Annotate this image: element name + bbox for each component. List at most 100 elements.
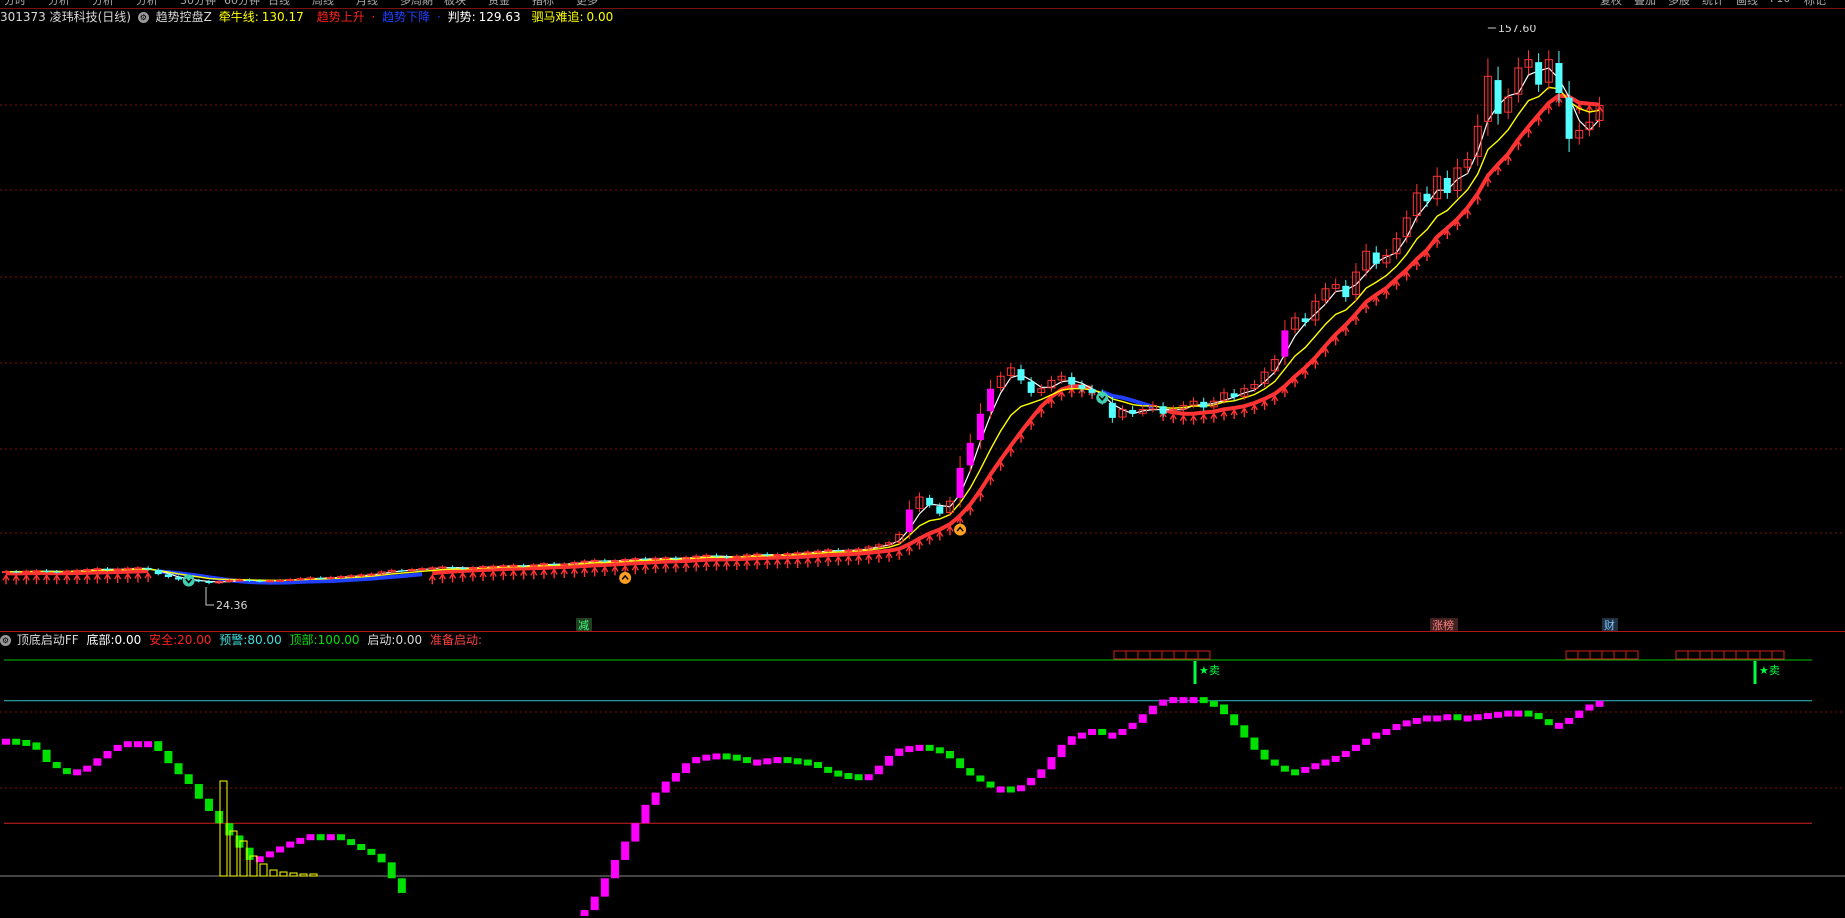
toolbar-item[interactable]: 叠加 bbox=[1634, 0, 1656, 8]
oscillator-bar bbox=[834, 770, 843, 777]
sub-indicator-name[interactable]: 顶底启动FF bbox=[17, 633, 79, 647]
toolbar-item[interactable]: 分析 bbox=[92, 0, 114, 8]
toolbar-item[interactable]: 分析 bbox=[136, 0, 158, 8]
trend-arrow-icon bbox=[580, 566, 589, 578]
oscillator-bar bbox=[651, 792, 660, 805]
candle-body bbox=[1108, 402, 1116, 418]
top-warning-box bbox=[1185, 650, 1199, 660]
candle-body bbox=[1494, 80, 1502, 114]
toolbar-item[interactable]: 分时 bbox=[4, 0, 26, 8]
oscillator-bar bbox=[144, 741, 153, 748]
toolbar-item[interactable]: F10 bbox=[1770, 0, 1790, 5]
toolbar-item[interactable]: 月线 bbox=[356, 0, 378, 8]
trend-arrow-icon bbox=[611, 565, 619, 576]
judge-value: 129.63 bbox=[478, 10, 521, 24]
candle-body bbox=[966, 442, 974, 466]
toolbar-item[interactable]: 日线 bbox=[268, 0, 290, 8]
indicator-name[interactable]: 趋势控盘Z bbox=[156, 10, 212, 24]
toolbar-item[interactable]: 30分钟 bbox=[180, 0, 216, 8]
main-candlestick-chart[interactable]: 157.60 24.36 减 涨榜 财 bbox=[0, 25, 1845, 631]
oscillator-bar bbox=[1179, 697, 1188, 704]
safe-label: 安全: bbox=[149, 633, 178, 647]
trend-arrow-icon bbox=[134, 572, 142, 583]
bottom-label: 底部: bbox=[86, 633, 115, 647]
candle-body bbox=[956, 467, 964, 498]
candle-body bbox=[357, 574, 366, 577]
toolbar-item[interactable]: 统计 bbox=[1702, 0, 1724, 8]
oscillator-bar bbox=[1575, 710, 1584, 718]
trend-arrow-icon bbox=[702, 560, 710, 571]
oscillator-bar bbox=[874, 765, 883, 775]
toolbar-item[interactable]: 更多 bbox=[576, 0, 598, 8]
candle-body bbox=[164, 574, 172, 578]
oscillator-bar bbox=[1443, 714, 1452, 721]
toolbar-item[interactable]: 多周期 bbox=[400, 0, 433, 8]
toolbar-item[interactable]: 标记 bbox=[1804, 0, 1826, 8]
toolbar-item[interactable]: 多股 bbox=[1668, 0, 1690, 8]
candle-body bbox=[43, 570, 51, 572]
toolbar-item[interactable]: 60分钟 bbox=[224, 0, 260, 8]
toolbar-item[interactable]: 分析 bbox=[48, 0, 70, 8]
oscillator-bar bbox=[1037, 769, 1046, 778]
candle-body bbox=[651, 557, 660, 560]
settings-gear-icon[interactable]: ⚙ bbox=[137, 12, 149, 23]
trend-arrow-icon bbox=[773, 558, 782, 569]
oscillator-bar bbox=[93, 758, 102, 766]
toolbar-item[interactable]: 周线 bbox=[312, 0, 334, 8]
oscillator-bar bbox=[397, 878, 406, 893]
candle-body bbox=[83, 569, 92, 572]
toolbar-item[interactable]: 资金 bbox=[488, 0, 510, 8]
candle-body bbox=[1565, 97, 1573, 139]
toolbar-item[interactable]: 复权 bbox=[1600, 0, 1622, 8]
oscillator-bar bbox=[844, 773, 853, 780]
event-mark: 减 bbox=[578, 619, 589, 631]
oscillator-bar bbox=[824, 766, 833, 773]
oscillator-bar bbox=[164, 750, 173, 764]
trend-arrow-icon bbox=[854, 554, 863, 565]
main-legend-bar: 301373 凌玮科技(日线) ⚙ 趋势控盘Z 牵牛线: 130.17 趋势上升 … bbox=[0, 9, 616, 25]
toolbar-item[interactable]: 画线 bbox=[1736, 0, 1758, 8]
trend-arrow-icon bbox=[631, 563, 639, 575]
oscillator-bar bbox=[1351, 744, 1360, 751]
toolbar-item[interactable]: 板块 bbox=[444, 0, 466, 8]
oscillator-bar bbox=[1331, 755, 1340, 762]
top-warning-box bbox=[1625, 650, 1639, 660]
oscillator-bar bbox=[133, 741, 142, 748]
oscillator-bar bbox=[123, 741, 132, 748]
candle-body bbox=[1159, 406, 1167, 414]
candle-body bbox=[1423, 193, 1431, 202]
candle-body bbox=[113, 568, 122, 571]
candle-body bbox=[154, 569, 162, 575]
candle-body bbox=[144, 568, 152, 570]
oscillator-bar bbox=[205, 798, 213, 811]
oscillator-bar bbox=[1260, 749, 1269, 760]
indicator-gear-icon[interactable]: ⚙ bbox=[0, 635, 11, 646]
candle-body bbox=[175, 577, 183, 580]
candle-body bbox=[133, 567, 142, 570]
toolbar-item[interactable]: 指标 bbox=[532, 0, 554, 8]
trend-arrow-icon bbox=[733, 559, 741, 571]
trend-arrow-icon bbox=[1230, 408, 1238, 419]
oscillator-bar bbox=[793, 758, 802, 765]
trend-arrow-icon bbox=[530, 568, 538, 580]
menu-toolbar: 分时 分析 分析 分析 30分钟 60分钟 日线 周线 月线 多周期 板块 资金 指标 更多 复权 叠加 多股 统… bbox=[0, 0, 1845, 9]
trend-arrow-icon bbox=[540, 568, 548, 579]
trend-arrow-icon bbox=[1250, 403, 1259, 414]
oscillator-bar bbox=[1057, 744, 1066, 758]
oscillator-bar bbox=[1138, 714, 1147, 723]
signal-circle-icon bbox=[954, 523, 967, 536]
trend-arrow-icon bbox=[469, 571, 477, 582]
candle-body bbox=[336, 576, 345, 579]
oscillator-bar bbox=[1189, 697, 1198, 704]
oscillator-bar bbox=[1595, 700, 1604, 707]
candle-body bbox=[936, 506, 944, 514]
candle-body bbox=[1535, 62, 1543, 85]
high-price-label: 157.60 bbox=[1498, 25, 1537, 35]
oscillator-bar bbox=[661, 781, 670, 793]
trend-arrow-icon bbox=[93, 573, 101, 584]
oscillator-bar bbox=[671, 773, 680, 782]
top-warning-box bbox=[1747, 650, 1761, 660]
sub-indicator-chart[interactable]: ★卖 ★卖 bbox=[0, 648, 1845, 918]
trend-up-label: 趋势上升 bbox=[316, 10, 365, 24]
trend-arrow-icon bbox=[926, 534, 934, 545]
